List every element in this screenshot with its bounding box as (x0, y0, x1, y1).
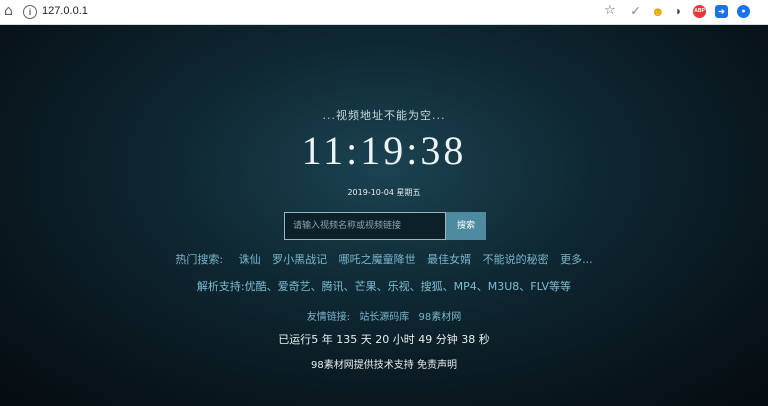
browser-toolbar: ⌂ i 127.0.0.1 ☆ ✓ ☻ ◗ ABP ➜ ● (0, 0, 768, 25)
smiley-extension-icon[interactable]: ☻ (651, 5, 665, 18)
shield-extension-icon[interactable]: ◗ (672, 5, 685, 18)
friend-link[interactable]: 站长源码库 (359, 312, 409, 323)
address-bar[interactable]: 127.0.0.1 (42, 5, 88, 17)
circle-extension-icon[interactable]: ● (737, 5, 750, 18)
search-box (284, 212, 446, 240)
hot-link[interactable]: 不能说的秘密 (483, 253, 549, 266)
friend-links-label: 友情链接: (306, 312, 351, 323)
more-link[interactable]: 更多... (560, 253, 593, 266)
page-background: ...视频地址不能为空... 11:19:38 2019-10-04 星期五 搜… (0, 25, 768, 406)
friend-link[interactable]: 98素材网 (419, 312, 462, 323)
parse-support-text: 解析支持:优酷、爱奇艺、腾讯、芒果、乐视、搜狐、MP4、M3U8、FLV等等 (196, 280, 572, 293)
hot-link[interactable]: 哪吒之魔童降世 (339, 253, 416, 266)
footer-text: 98素材网提供技术支持 免责声明 (311, 360, 457, 371)
search-input[interactable] (285, 213, 445, 239)
clock: 11:19:38 (301, 128, 467, 173)
check-icon[interactable]: ✓ (629, 5, 642, 18)
hot-label: 热门搜索: (175, 253, 224, 266)
adblock-extension-icon[interactable]: ABP (693, 5, 706, 18)
hot-link[interactable]: 最佳女婿 (427, 253, 471, 266)
arrow-extension-icon[interactable]: ➜ (715, 5, 728, 18)
notice-text: ...视频地址不能为空... (322, 109, 446, 122)
hot-searches: 热门搜索: 诛仙 罗小黑战记 哪吒之魔童降世 最佳女婿 不能说的秘密 更多... (0, 251, 768, 267)
friend-links: 友情链接: 站长源码库 98素材网 (0, 308, 768, 323)
bookmark-star-icon[interactable]: ☆ (604, 3, 616, 18)
uptime-text: 已运行5 年 135 天 20 小时 49 分钟 38 秒 (278, 333, 490, 346)
home-icon[interactable]: ⌂ (4, 3, 13, 19)
hot-link[interactable]: 罗小黑战记 (272, 253, 327, 266)
date-text: 2019-10-04 星期五 (347, 188, 421, 197)
info-icon[interactable]: i (23, 5, 37, 19)
hot-link[interactable]: 诛仙 (239, 253, 261, 266)
search-button[interactable]: 搜索 (446, 212, 486, 240)
